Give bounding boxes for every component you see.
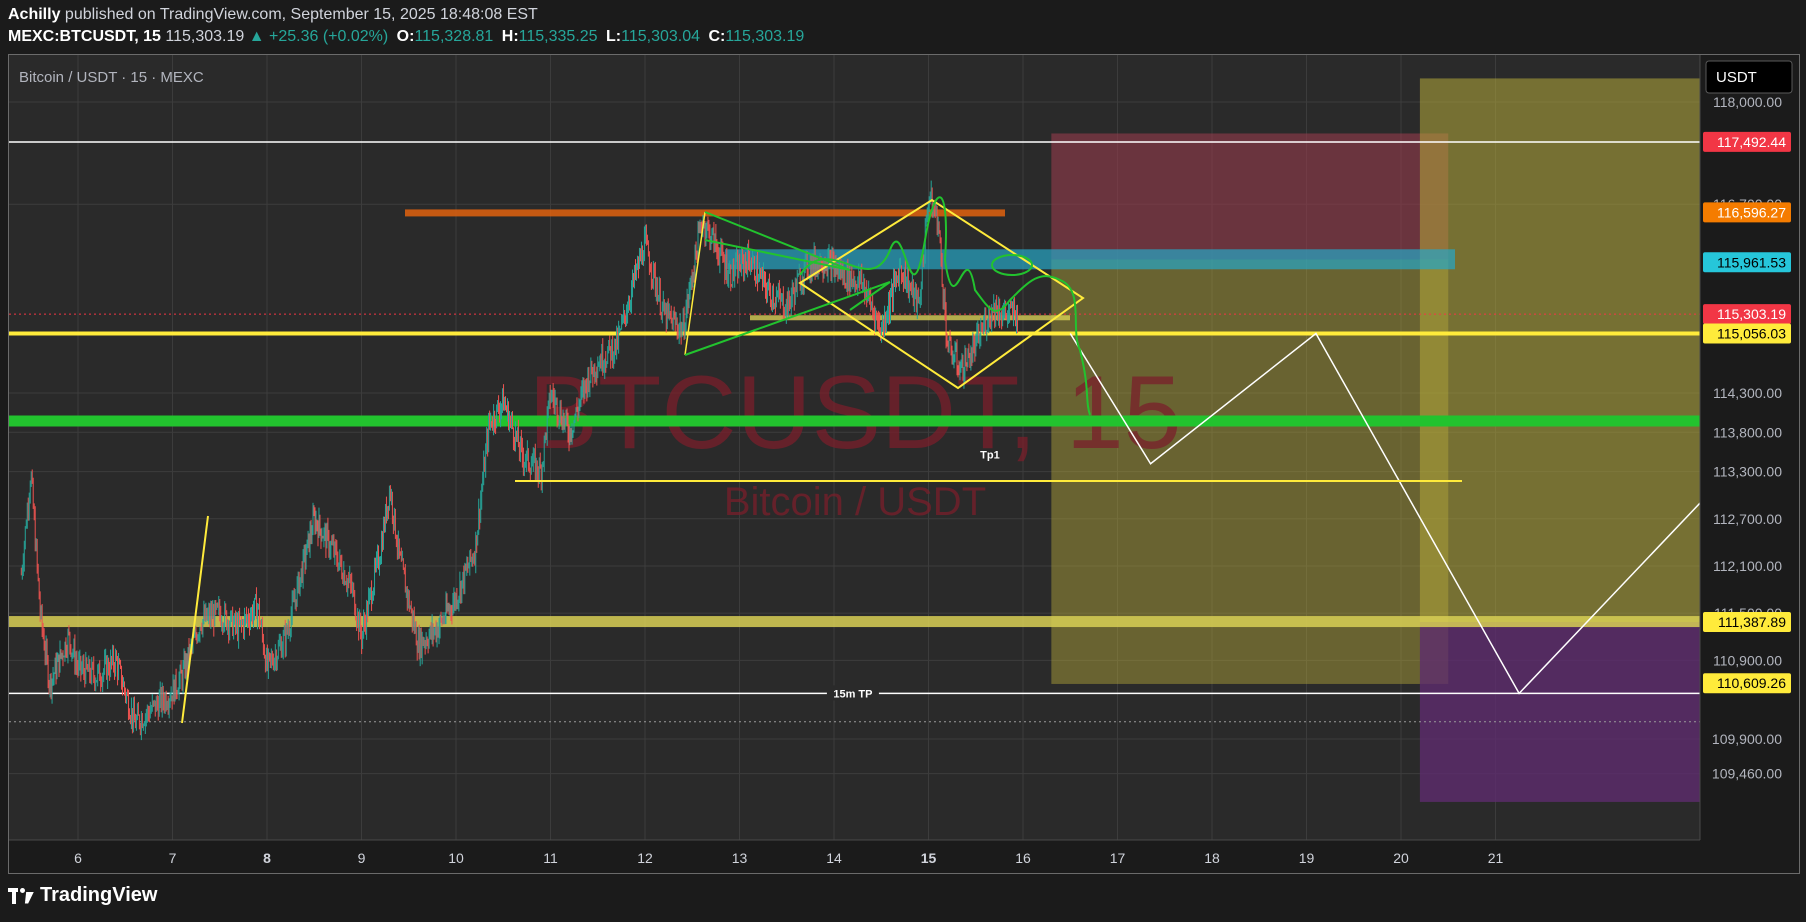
x-tick-label: 11 (543, 850, 558, 866)
price-chart[interactable]: BTCUSDT, 15 Bitcoin / USDT Tp115m TP 118… (0, 0, 1806, 922)
x-tick-label: 7 (169, 850, 177, 866)
x-tick-label: 9 (358, 850, 366, 866)
footer-brand[interactable]: TradingView (8, 884, 157, 907)
x-tick-label: 13 (732, 850, 748, 866)
watermark-name: Bitcoin / USDT (724, 480, 986, 524)
x-tick-label: 12 (637, 850, 653, 866)
y-tick-label: 114,300.00 (1713, 385, 1782, 401)
price-tag-label: 115,961.53 (1717, 254, 1786, 270)
currency-button[interactable]: USDT (1705, 60, 1793, 94)
x-tick-label: 14 (826, 850, 842, 866)
x-tick-label: 8 (263, 850, 271, 866)
y-tick-label: 118,000.00 (1713, 94, 1782, 110)
x-tick-label: 17 (1110, 850, 1126, 866)
y-tick-label: 112,100.00 (1713, 558, 1782, 574)
x-tick-label: 21 (1488, 850, 1504, 866)
x-tick-label: 6 (74, 850, 82, 866)
y-tick-label: 109,900.00 (1712, 731, 1782, 747)
annotation-label: Tp1 (980, 449, 1000, 461)
y-tick-label: 113,800.00 (1713, 424, 1782, 440)
footer-brand-text: TradingView (40, 884, 158, 906)
x-tick-label: 16 (1015, 850, 1031, 866)
price-tag-label: 110,609.26 (1717, 675, 1786, 691)
price-tag-label: 117,492.44 (1717, 134, 1786, 150)
x-tick-label: 15 (921, 850, 937, 866)
y-tick-label: 110,900.00 (1713, 652, 1782, 668)
chart-title: Bitcoin / USDT · 15 · MEXC (19, 69, 204, 86)
tradingview-logo-icon (8, 887, 34, 904)
range-band-yellow (750, 315, 1070, 321)
x-tick-label: 18 (1204, 850, 1220, 866)
x-tick-label: 20 (1393, 850, 1409, 866)
x-tick-label: 19 (1299, 850, 1315, 866)
currency-button-label: USDT (1716, 69, 1757, 86)
y-tick-label: 109,460.00 (1712, 766, 1782, 782)
price-tag-label: 116,596.27 (1717, 204, 1786, 220)
zone-short-stop (1051, 133, 1449, 260)
annotation-label: 15m TP (833, 688, 872, 700)
support-band-green (9, 415, 1700, 427)
zone-long-stop (1419, 622, 1700, 802)
price-tag-label: 111,387.89 (1718, 614, 1786, 630)
y-tick-label: 113,300.00 (1713, 464, 1782, 480)
zone-long-target (1419, 78, 1700, 623)
y-tick-label: 112,700.00 (1713, 511, 1782, 527)
price-axis (1700, 55, 1799, 840)
x-tick-label: 10 (448, 850, 464, 866)
price-tag-label: 115,303.19 (1717, 306, 1786, 322)
price-tag-label: 115,056.03 (1717, 326, 1786, 342)
